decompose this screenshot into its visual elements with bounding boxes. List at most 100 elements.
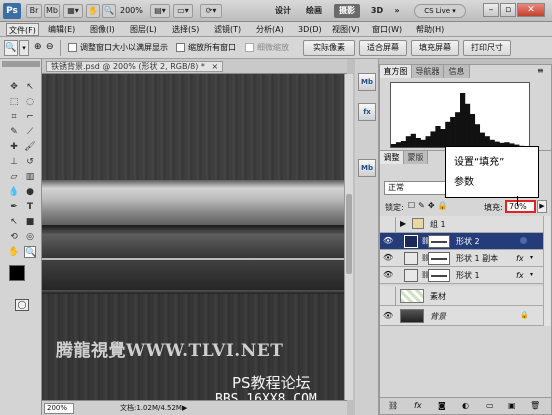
crop-tool-icon[interactable]: ⌐ — [24, 111, 36, 123]
print-size-button[interactable]: 打印尺寸 — [463, 40, 511, 56]
hand-tool-button[interactable]: ✋ — [86, 4, 100, 18]
zoom-in-icon[interactable]: ⊕ — [34, 42, 42, 52]
expand-effects-icon[interactable]: ▾ — [530, 271, 533, 278]
arrange-documents-button[interactable]: ▤▾ — [150, 4, 170, 18]
expand-effects-icon[interactable]: ▾ — [530, 254, 533, 261]
scroll-thumb[interactable] — [346, 194, 352, 274]
fill-opacity-field[interactable]: 70% — [505, 200, 536, 213]
move-tool-icon[interactable]: ✥ — [8, 81, 20, 93]
workspace-3d[interactable]: 3D — [368, 4, 386, 18]
clone-stamp-icon[interactable]: ⊥ — [8, 156, 20, 168]
layer-row-shape-1[interactable]: 👁 ⛓ 形状 1 fx ▾ — [380, 267, 543, 284]
bridge-button[interactable]: Br — [26, 4, 42, 18]
shape-tool-icon[interactable]: ■ — [24, 216, 36, 228]
hand-tool-icon[interactable]: ✋ — [8, 246, 20, 258]
visibility-toggle[interactable] — [381, 287, 396, 305]
tab-info[interactable]: 信息 — [444, 65, 470, 78]
menu-select[interactable]: 选择(S) — [170, 23, 201, 36]
rotate-view-button[interactable]: ⟳▾ — [200, 4, 222, 18]
workspace-painting[interactable]: 绘画 — [303, 4, 325, 18]
zoom-tool-preset-icon[interactable]: 🔍 — [4, 40, 18, 56]
zoom-out-icon[interactable]: ⊖ — [46, 42, 54, 52]
eye-icon[interactable]: 👁 — [383, 270, 393, 280]
eye-icon[interactable]: 👁 — [383, 253, 393, 263]
mini-bridge-panel-icon-2[interactable]: Mb — [358, 159, 376, 177]
zoom-tool-icon[interactable]: 🔍 — [24, 246, 36, 258]
3d-rotate-icon[interactable]: ⟲ — [8, 231, 20, 243]
pen-tool-icon[interactable]: ✒ — [8, 201, 20, 213]
dodge-tool-icon[interactable]: ● — [24, 186, 36, 198]
tab-masks[interactable]: 蒙版 — [404, 151, 428, 164]
menu-view[interactable]: 视图(V) — [330, 23, 362, 36]
tab-histogram[interactable]: 直方图 — [380, 65, 412, 78]
cs-live-button[interactable]: CS Live ▾ — [414, 4, 466, 18]
move-arrow-icon[interactable]: ↖ — [24, 81, 36, 93]
layers-scrollbar[interactable] — [543, 216, 551, 326]
close-tab-icon[interactable]: × — [211, 62, 218, 71]
fill-screen-button[interactable]: 填充屏幕 — [411, 40, 459, 56]
layer-style-panel-icon[interactable]: fx — [358, 103, 376, 121]
zoom-all-checkbox[interactable] — [176, 43, 185, 52]
preset-dropdown-icon[interactable]: ▾ — [19, 40, 29, 56]
fit-screen-button[interactable]: 适合屏幕 — [359, 40, 407, 56]
tab-adjustments[interactable]: 调整 — [380, 151, 404, 164]
layer-row-material[interactable]: 素材 — [380, 286, 543, 306]
eraser-icon[interactable]: ▱ — [8, 171, 20, 183]
foreground-color-swatch[interactable] — [9, 265, 25, 281]
eye-icon[interactable]: 👁 — [383, 236, 393, 246]
minimize-button[interactable]: – — [483, 3, 499, 17]
canvas-vertical-scrollbar[interactable] — [344, 74, 353, 400]
menu-analysis[interactable]: 分析(A) — [254, 23, 286, 36]
document-canvas[interactable]: 腾龍視覺WWW.TLVI.NET PS教程论坛 BBS.16XX8.COM — [42, 74, 344, 400]
new-layer-icon[interactable]: ▣ — [508, 401, 516, 410]
toolbar-grip[interactable] — [2, 61, 40, 67]
add-mask-icon[interactable]: ◙ — [438, 401, 446, 410]
fx-icon[interactable]: fx — [516, 253, 524, 264]
screen-mode-button[interactable]: ▭▾ — [173, 4, 193, 18]
visibility-toggle[interactable] — [381, 217, 396, 232]
3d-orbit-icon[interactable]: ◎ — [24, 231, 36, 243]
menu-filter[interactable]: 滤镜(T) — [212, 23, 243, 36]
status-zoom-field[interactable]: 200% — [44, 403, 74, 414]
add-style-icon[interactable]: fx — [414, 401, 422, 410]
fx-icon[interactable]: fx — [516, 270, 524, 281]
mini-bridge-panel-icon[interactable]: Mb — [358, 73, 376, 91]
brush-tool-icon[interactable]: 🖌 — [24, 141, 36, 153]
maximize-button[interactable]: ▫ — [500, 3, 516, 17]
workspace-design[interactable]: 设计 — [272, 4, 294, 18]
ruler-icon[interactable]: ⟋ — [24, 126, 36, 138]
quick-mask-icon[interactable]: ◯ — [15, 299, 29, 311]
view-extras-button[interactable]: ▦▾ — [63, 4, 83, 18]
tab-navigator[interactable]: 导航器 — [412, 65, 444, 78]
quick-select-icon[interactable]: ⌗ — [8, 111, 20, 123]
marquee-tool-icon[interactable]: ⬚ — [8, 96, 20, 108]
zoom-tool-button[interactable]: 🔍 — [102, 4, 116, 18]
menu-help[interactable]: 帮助(H) — [414, 23, 446, 36]
close-button[interactable]: ✕ — [517, 3, 545, 17]
adjustment-layer-icon[interactable]: ◐ — [462, 401, 469, 410]
lock-icons[interactable]: ☐✎✥🔒 — [408, 201, 451, 210]
new-group-icon[interactable]: ▭ — [486, 401, 494, 410]
menu-image[interactable]: 图像(I) — [88, 23, 117, 36]
workspace-photography[interactable]: 摄影 — [334, 4, 360, 18]
fill-slider-arrow-icon[interactable]: ▶ — [537, 200, 547, 213]
scrubby-zoom-checkbox[interactable] — [245, 43, 254, 52]
layer-row-shape-2[interactable]: 👁 ⛓ 形状 2 — [380, 233, 543, 250]
expand-arrow-icon[interactable]: ▶ — [400, 219, 406, 228]
panel-menu-icon[interactable]: ≡ — [537, 66, 544, 75]
lasso-tool-icon[interactable]: ◌ — [24, 96, 36, 108]
path-select-icon[interactable]: ↖ — [8, 216, 20, 228]
menu-layer[interactable]: 图层(L) — [128, 23, 159, 36]
resize-windows-checkbox[interactable] — [68, 43, 77, 52]
layer-row-background[interactable]: 👁 背景 🔒 — [380, 306, 543, 326]
eyedropper-icon[interactable]: ✎ — [8, 126, 20, 138]
history-brush-icon[interactable]: ↺ — [24, 156, 36, 168]
menu-edit[interactable]: 编辑(E) — [46, 23, 77, 36]
delete-layer-icon[interactable]: 🗑 — [530, 401, 540, 410]
zoom-level[interactable]: 200% — [120, 6, 143, 15]
workspace-more[interactable]: » — [392, 4, 402, 18]
mini-bridge-button[interactable]: Mb — [44, 4, 60, 18]
eye-icon[interactable]: 👁 — [383, 311, 393, 321]
gradient-tool-icon[interactable]: ▥ — [24, 171, 36, 183]
menu-3d[interactable]: 3D(D) — [296, 23, 324, 36]
